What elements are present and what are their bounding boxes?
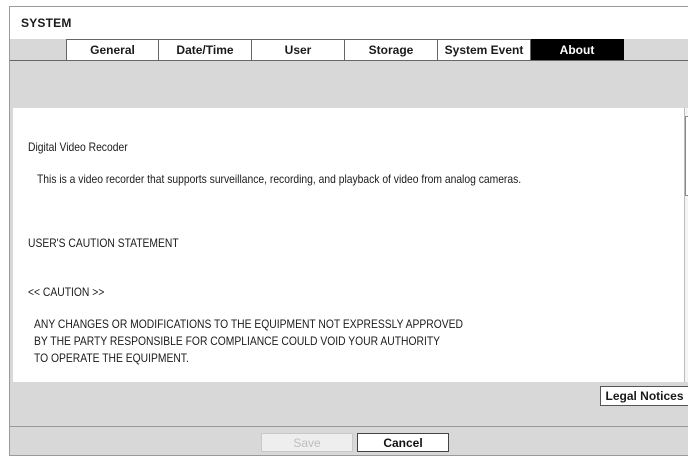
caution-line-3: TO OPERATE THE EQUIPMENT. (34, 351, 189, 365)
caution-heading: USER'S CAUTION STATEMENT (28, 236, 179, 250)
tab-system-event[interactable]: System Event (438, 39, 531, 61)
caution-line-2: BY THE PARTY RESPONSIBLE FOR COMPLIANCE … (34, 334, 441, 348)
product-description: This is a video recorder that supports s… (37, 172, 522, 186)
window-title: SYSTEM (21, 16, 72, 30)
cancel-button[interactable]: Cancel (357, 433, 449, 452)
caution-label: << CAUTION >> (28, 285, 105, 299)
about-content-panel: Digital Video Recoder This is a video re… (13, 108, 688, 382)
tab-storage[interactable]: Storage (345, 39, 438, 61)
caution-line-1: ANY CHANGES OR MODIFICATIONS TO THE EQUI… (34, 317, 463, 331)
footer-divider (10, 426, 688, 427)
product-name: Digital Video Recoder (28, 140, 128, 154)
tab-date-time[interactable]: Date/Time (159, 39, 252, 61)
tab-about[interactable]: About (531, 39, 624, 61)
content-scrollbar[interactable] (684, 108, 688, 382)
tab-bar: General Date/Time User Storage System Ev… (66, 39, 624, 61)
title-bar: SYSTEM (10, 7, 688, 39)
tab-divider (10, 60, 688, 61)
save-button[interactable]: Save (261, 433, 353, 452)
tab-user[interactable]: User (252, 39, 345, 61)
tab-general[interactable]: General (66, 39, 159, 61)
legal-notices-button[interactable]: Legal Notices (600, 386, 688, 406)
system-window: SYSTEM General Date/Time User Storage Sy… (9, 6, 688, 456)
